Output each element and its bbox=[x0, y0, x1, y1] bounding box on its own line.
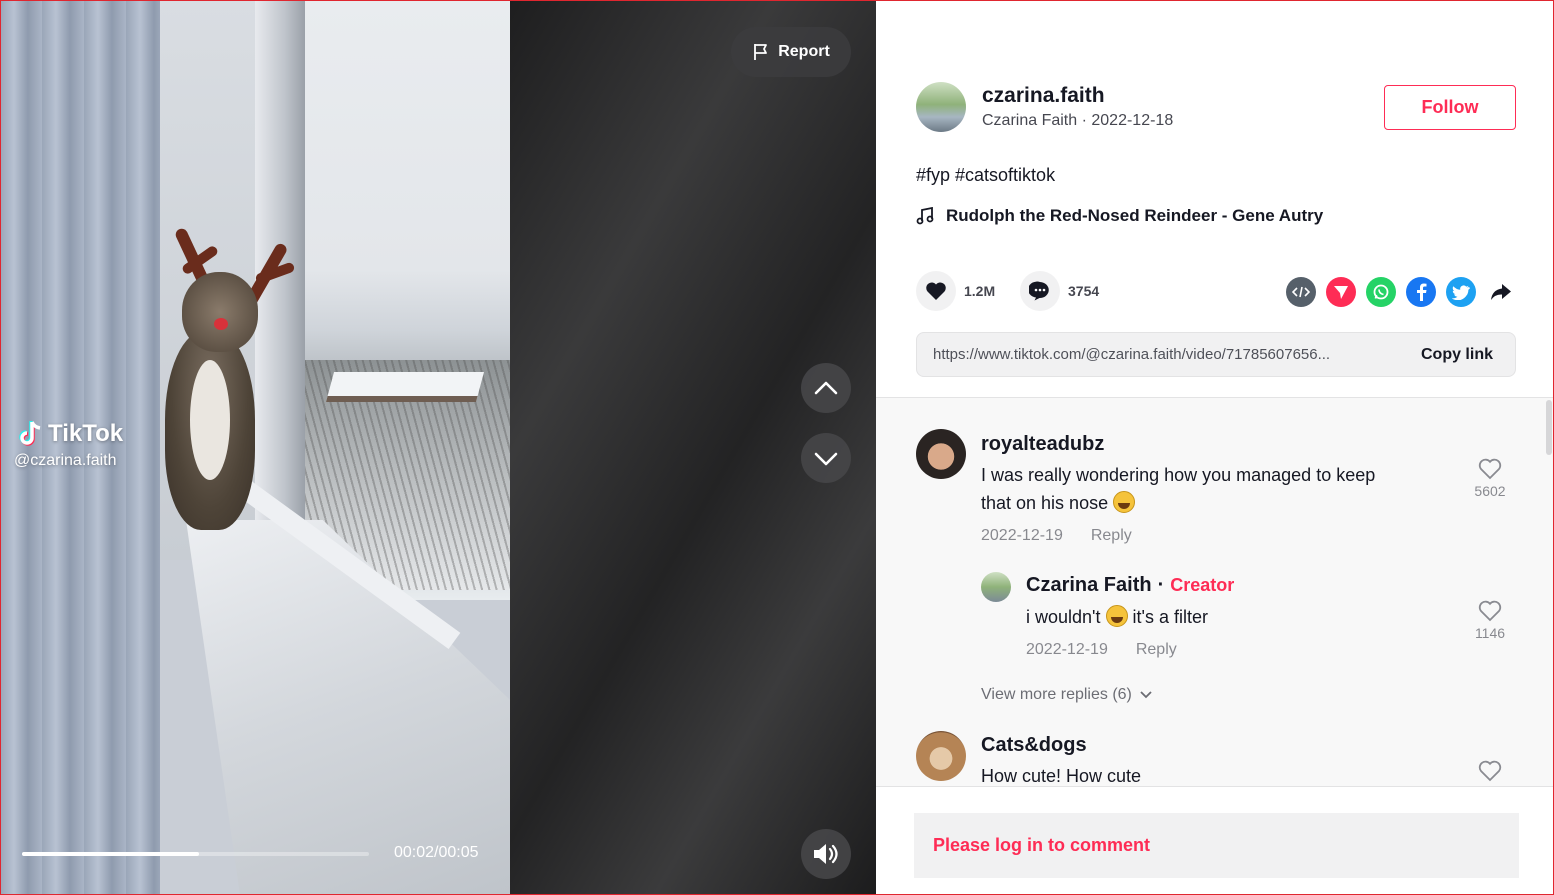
watermark-username: @czarina.faith bbox=[14, 452, 117, 469]
time-display: 00:02/00:05 bbox=[394, 844, 479, 861]
reply-button[interactable]: Reply bbox=[1136, 641, 1177, 659]
reply-like-count: 1146 bbox=[1474, 625, 1506, 641]
comment-count: 3754 bbox=[1068, 283, 1100, 299]
reply-text: i wouldn't it's a filter bbox=[1026, 603, 1208, 631]
twitter-icon bbox=[1452, 285, 1470, 300]
comment-bubble-icon bbox=[1029, 281, 1049, 301]
copy-link-button[interactable]: Copy link bbox=[1421, 346, 1493, 364]
reply-date: 2022-12-19 bbox=[1026, 641, 1108, 658]
chevron-down-icon bbox=[1140, 691, 1152, 699]
more-share-button[interactable] bbox=[1486, 277, 1516, 307]
comment-like[interactable] bbox=[1470, 760, 1510, 785]
separator-dot: · bbox=[1157, 574, 1165, 596]
avatar[interactable] bbox=[916, 429, 966, 479]
comment-button[interactable] bbox=[1020, 271, 1060, 311]
reply-text-a: i wouldn't bbox=[1026, 607, 1101, 627]
volume-button[interactable] bbox=[801, 829, 851, 879]
cat-head bbox=[182, 272, 258, 352]
progress-bar[interactable] bbox=[22, 852, 369, 856]
comment-like[interactable]: 5602 bbox=[1470, 458, 1510, 499]
reply-button[interactable]: Reply bbox=[1091, 527, 1132, 545]
scene-roof bbox=[325, 372, 485, 402]
cat-chest bbox=[190, 360, 230, 480]
follow-button[interactable]: Follow bbox=[1384, 85, 1516, 130]
video-watermark: TikTok @czarina.faith bbox=[14, 420, 123, 470]
music-title: Rudolph the Red-Nosed Reindeer - Gene Au… bbox=[946, 206, 1324, 225]
share-buttons bbox=[1286, 277, 1516, 307]
view-more-replies-button[interactable]: View more replies (6) bbox=[981, 686, 1152, 704]
whatsapp-icon bbox=[1373, 284, 1389, 300]
author-username[interactable]: czarina.faith bbox=[982, 84, 1173, 108]
flag-icon bbox=[754, 44, 768, 60]
reply-like[interactable]: 1146 bbox=[1470, 600, 1510, 641]
share-arrow-icon bbox=[1491, 284, 1511, 300]
next-video-button[interactable] bbox=[801, 433, 851, 483]
view-more-replies-label: View more replies (6) bbox=[981, 686, 1132, 703]
reply-author[interactable]: Czarina Faith bbox=[1026, 574, 1152, 597]
tiktok-logo: TikTok bbox=[18, 420, 123, 448]
embed-button[interactable] bbox=[1286, 277, 1316, 307]
comment-like-count: 5602 bbox=[1474, 483, 1506, 499]
comment-text: How cute! How cute bbox=[981, 766, 1142, 786]
facebook-button[interactable] bbox=[1406, 277, 1436, 307]
reply-text-b: it's a filter bbox=[1132, 607, 1208, 627]
tiktok-note-icon bbox=[19, 421, 41, 446]
comment-text-line: I was really wondering how you managed t… bbox=[981, 465, 1376, 485]
creator-badge: Creator bbox=[1170, 575, 1235, 595]
whatsapp-button[interactable] bbox=[1366, 277, 1396, 307]
comment-list[interactable]: royalteadubz I was really wondering how … bbox=[876, 397, 1554, 787]
heart-icon bbox=[926, 282, 946, 300]
author-avatar[interactable] bbox=[916, 82, 966, 132]
music-note-icon bbox=[916, 207, 934, 225]
comment-meta: 2022-12-19 Reply bbox=[981, 527, 1132, 545]
twitter-button[interactable] bbox=[1446, 277, 1476, 307]
cat-red-nose bbox=[214, 318, 228, 330]
heart-outline-icon bbox=[1478, 760, 1502, 782]
facebook-icon bbox=[1417, 283, 1427, 301]
comment-author[interactable]: royalteadubz bbox=[981, 433, 1104, 456]
details-panel: czarina.faith Czarina Faith · 2022-12-18… bbox=[876, 0, 1554, 895]
report-button[interactable]: Report bbox=[731, 27, 851, 77]
watermark-brand: TikTok bbox=[48, 420, 124, 447]
send-icon bbox=[1334, 286, 1348, 299]
avatar[interactable] bbox=[916, 731, 966, 781]
music-link[interactable]: Rudolph the Red-Nosed Reindeer - Gene Au… bbox=[916, 206, 1323, 226]
grinning-sweat-emoji-icon bbox=[1105, 605, 1128, 627]
video-url[interactable]: https://www.tiktok.com/@czarina.faith/vi… bbox=[933, 346, 1393, 363]
copy-link-box: https://www.tiktok.com/@czarina.faith/vi… bbox=[916, 332, 1516, 377]
heart-outline-icon bbox=[1478, 600, 1502, 622]
login-to-comment-button[interactable]: Please log in to comment bbox=[914, 813, 1519, 878]
chevron-down-icon bbox=[814, 452, 838, 466]
like-stat[interactable]: 1.2M bbox=[916, 271, 995, 311]
reply-meta: 2022-12-19 Reply bbox=[1026, 641, 1177, 659]
report-label: Report bbox=[778, 43, 830, 60]
laughing-emoji-icon bbox=[1113, 491, 1136, 513]
like-count: 1.2M bbox=[964, 283, 996, 299]
previous-video-button[interactable] bbox=[801, 363, 851, 413]
author-info[interactable]: czarina.faith Czarina Faith · 2022-12-18 bbox=[916, 82, 1173, 132]
author-text: czarina.faith Czarina Faith · 2022-12-18 bbox=[982, 84, 1173, 130]
chevron-up-icon bbox=[814, 381, 838, 395]
send-to-friends-button[interactable] bbox=[1326, 277, 1356, 307]
heart-outline-icon bbox=[1478, 458, 1502, 480]
progress-fill bbox=[22, 852, 199, 856]
speaker-icon bbox=[814, 844, 838, 864]
video-player[interactable]: TikTok @czarina.faith 00:02/00:05 bbox=[0, 0, 510, 895]
like-button[interactable] bbox=[916, 271, 956, 311]
comment-date: 2022-12-19 bbox=[981, 527, 1063, 544]
video-stage: TikTok @czarina.faith 00:02/00:05 Report bbox=[0, 0, 876, 895]
avatar[interactable] bbox=[981, 572, 1011, 602]
comment-text-line-2: that on his nose bbox=[981, 489, 1136, 517]
comment-stat[interactable]: 3754 bbox=[1020, 271, 1099, 311]
embed-icon bbox=[1292, 286, 1310, 298]
author-subtitle: Czarina Faith · 2022-12-18 bbox=[982, 112, 1174, 129]
reply-author-row: Czarina Faith · Creator bbox=[1026, 574, 1234, 597]
scrollbar-thumb[interactable] bbox=[1546, 400, 1552, 455]
comment-text: that on his nose bbox=[981, 493, 1109, 513]
post-description[interactable]: #fyp #catsoftiktok bbox=[916, 165, 1055, 186]
comment-author[interactable]: Cats&dogs bbox=[981, 734, 1087, 757]
